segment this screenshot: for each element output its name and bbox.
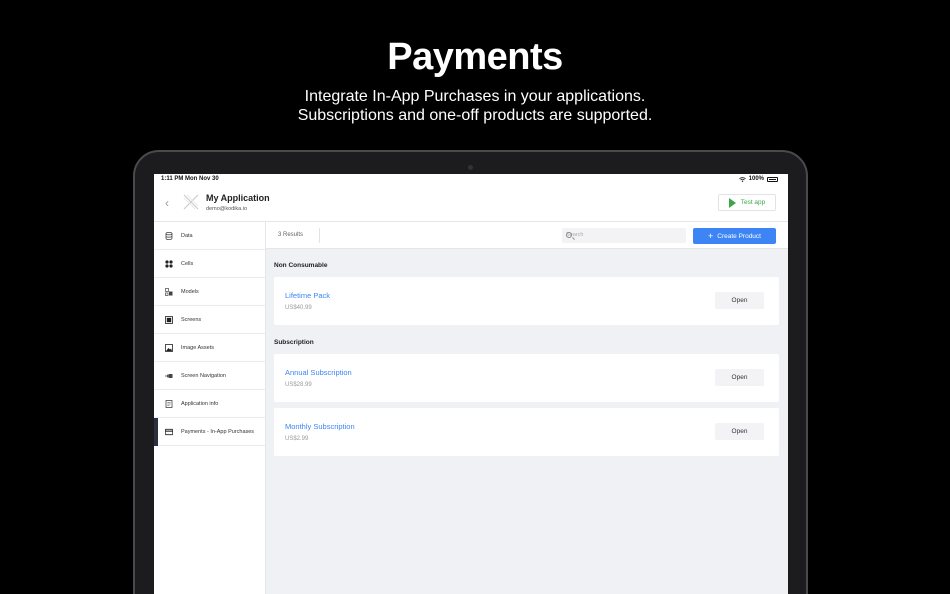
app-header: ‹ My Application demo@kodika.io Test app [154, 186, 788, 222]
sidebar-item-data[interactable]: Data [154, 222, 265, 250]
status-time: 1:11 PM Mon Nov 30 [161, 176, 219, 182]
results-count: 3 Results [278, 232, 304, 238]
sidebar-item-models[interactable]: Models [154, 278, 265, 306]
create-product-button[interactable]: + Create Product [693, 228, 776, 244]
search-icon [566, 232, 572, 238]
card-icon [165, 428, 173, 435]
open-button[interactable]: Open [715, 292, 764, 309]
sidebar-item-label: Screen Navigation [181, 372, 226, 379]
app-screen: 1:11 PM Mon Nov 30 100% ‹ My Application… [154, 174, 788, 594]
sidebar-item-label: Screens [181, 316, 202, 323]
sidebar-item-label: Image Assets [181, 344, 215, 351]
product-card: Lifetime Pack US$40.99 Open [274, 277, 779, 325]
product-name[interactable]: Annual Subscription [285, 368, 352, 377]
subtitle-line-2: Subscriptions and one-off products are s… [297, 107, 653, 124]
chevron-left-icon[interactable]: ‹ [165, 196, 169, 210]
sidebar-item-screens[interactable]: Screens [154, 306, 265, 334]
navigation-icon [165, 373, 173, 378]
battery-label: 100% [748, 176, 764, 182]
test-app-button[interactable]: Test app [718, 194, 776, 211]
plus-icon: + [708, 231, 714, 241]
section-title: Non Consumable [274, 262, 328, 269]
test-app-label: Test app [740, 199, 766, 206]
app-logo-icon [183, 194, 199, 210]
toolbar: 3 Results Search + Create Product [266, 222, 788, 249]
sidebar-item-label: Application info [181, 400, 219, 407]
camera-dot [468, 165, 473, 170]
create-product-label: Create Product [717, 232, 761, 240]
sidebar-item-label: Cells [181, 260, 194, 267]
database-icon [165, 231, 173, 240]
product-card: Annual Subscription US$28.99 Open [274, 354, 779, 402]
sidebar-item-label: Models [181, 288, 199, 295]
toolbar-divider [319, 228, 320, 243]
product-name[interactable]: Monthly Subscription [285, 422, 355, 431]
search-input[interactable]: Search [562, 228, 686, 243]
page-title: Payments [387, 36, 563, 78]
play-icon [728, 197, 736, 208]
sidebar-item-cells[interactable]: Cells [154, 250, 265, 278]
sidebar-item-image-assets[interactable]: Image Assets [154, 334, 265, 362]
sidebar-item-label: Data [181, 232, 193, 239]
open-button[interactable]: Open [715, 369, 764, 386]
product-price: US$28.99 [285, 382, 312, 388]
main-content: 3 Results Search + Create Product Non Co… [266, 222, 788, 594]
app-email: demo@kodika.io [206, 206, 248, 212]
status-right: 100% [738, 176, 778, 182]
product-price: US$2.99 [285, 436, 309, 442]
sidebar-item-application-info[interactable]: Application info [154, 390, 265, 418]
image-icon [165, 343, 173, 352]
models-icon [165, 287, 173, 296]
page-subtitle: Integrate In-App Purchases in your appli… [0, 87, 950, 125]
battery-icon [767, 176, 778, 182]
document-icon [165, 399, 173, 408]
sidebar-item-screen-navigation[interactable]: Screen Navigation [154, 362, 265, 390]
cells-icon [165, 259, 173, 268]
sidebar-item-payments[interactable]: Payments - In-App Purchases [154, 418, 265, 446]
wifi-icon [738, 176, 746, 182]
subtitle-line-1: Integrate In-App Purchases in your appli… [304, 88, 646, 105]
sidebar: Data Cells Models Screens Image Assets S… [154, 222, 266, 594]
product-name[interactable]: Lifetime Pack [285, 291, 330, 300]
product-card: Monthly Subscription US$2.99 Open [274, 408, 779, 456]
app-name: My Application [206, 193, 270, 203]
sidebar-item-label: Payments - In-App Purchases [181, 428, 255, 435]
product-price: US$40.99 [285, 305, 312, 311]
section-title: Subscription [274, 339, 314, 346]
open-button[interactable]: Open [715, 423, 764, 440]
status-bar: 1:11 PM Mon Nov 30 100% [154, 174, 788, 184]
screen-icon [165, 315, 173, 324]
